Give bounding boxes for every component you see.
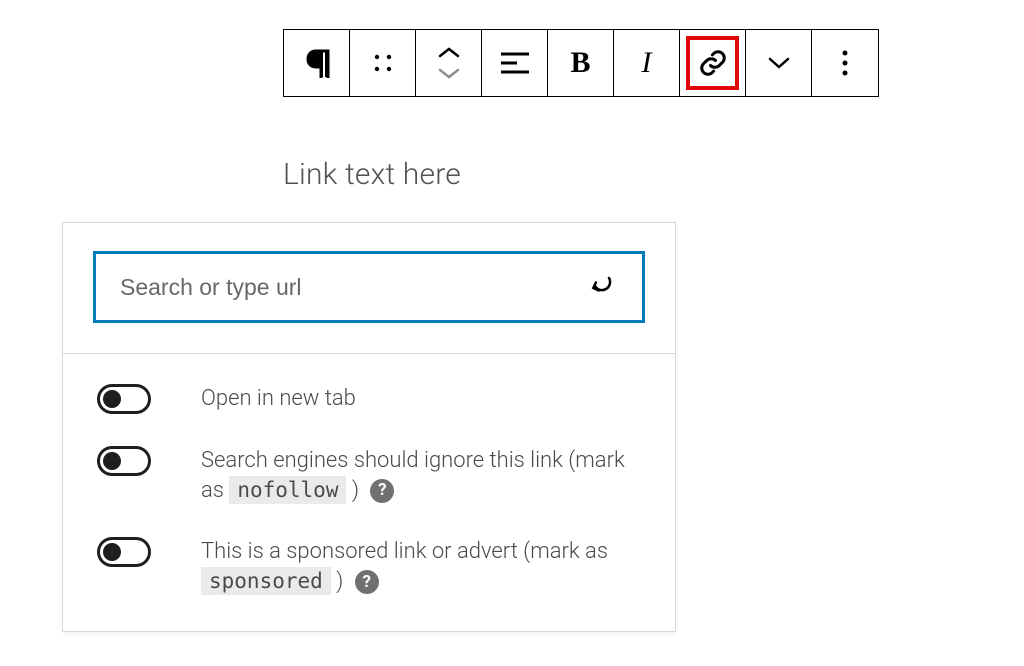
toggle-knob xyxy=(103,390,121,408)
chevron-up-icon[interactable] xyxy=(438,47,460,58)
toggle-knob xyxy=(103,452,121,470)
more-rich-button[interactable] xyxy=(768,30,790,96)
search-url-field[interactable] xyxy=(93,251,645,323)
toolbar-cell-move xyxy=(416,30,482,96)
bold-icon: B xyxy=(570,46,590,80)
move-buttons xyxy=(438,30,460,96)
code-badge: nofollow xyxy=(229,476,346,504)
submit-link-button[interactable] xyxy=(584,269,620,305)
chevron-down-icon xyxy=(768,57,790,69)
label-text: This is a sponsored link or advert (mark… xyxy=(201,539,608,564)
option-row-sponsored: This is a sponsored link or advert (mark… xyxy=(97,537,641,596)
option-row-new-tab: Open in new tab xyxy=(97,384,641,414)
option-label-sponsored: This is a sponsored link or advert (mark… xyxy=(201,537,641,596)
toolbar-cell-bold: B xyxy=(548,30,614,96)
option-label-nofollow: Search engines should ignore this link (… xyxy=(201,446,641,505)
link-popover: Open in new tab Search engines should ig… xyxy=(62,222,676,632)
toolbar-cell-drag xyxy=(350,30,416,96)
link-options-area: Open in new tab Search engines should ig… xyxy=(63,354,675,631)
help-icon[interactable]: ? xyxy=(355,570,379,594)
drag-button[interactable] xyxy=(373,30,393,96)
paragraph-icon xyxy=(304,48,330,78)
paragraph-button[interactable] xyxy=(304,30,330,96)
enter-icon xyxy=(587,272,617,302)
toolbar-cell-link xyxy=(680,30,746,96)
toolbar-cell-align xyxy=(482,30,548,96)
toolbar-cell-more xyxy=(812,30,878,96)
link-button[interactable] xyxy=(698,30,728,96)
italic-icon: I xyxy=(642,46,652,80)
kebab-icon xyxy=(841,50,849,76)
label-text: Open in new tab xyxy=(201,386,356,411)
italic-button[interactable]: I xyxy=(642,30,652,96)
label-text-suffix: ) xyxy=(331,569,344,594)
toggle-nofollow[interactable] xyxy=(97,446,151,476)
label-text-suffix: ) xyxy=(346,478,359,503)
align-left-icon xyxy=(501,52,529,74)
editor-canvas: { "toolbar": { "items": [ { "id":"paragr… xyxy=(0,0,1024,666)
toggle-sponsored[interactable] xyxy=(97,537,151,567)
drag-icon xyxy=(373,53,393,73)
toolbar-cell-more-rich xyxy=(746,30,812,96)
align-button[interactable] xyxy=(501,30,529,96)
help-icon[interactable]: ? xyxy=(370,479,394,503)
toolbar-cell-paragraph xyxy=(284,30,350,96)
search-url-input[interactable] xyxy=(118,273,584,302)
chevron-down-icon[interactable] xyxy=(438,68,460,79)
toggle-new-tab[interactable] xyxy=(97,384,151,414)
toggle-knob xyxy=(103,543,121,561)
code-badge: sponsored xyxy=(201,567,331,595)
option-row-nofollow: Search engines should ignore this link (… xyxy=(97,446,641,505)
more-options-button[interactable] xyxy=(841,30,849,96)
block-toolbar: B I xyxy=(283,29,879,97)
option-label-new-tab: Open in new tab xyxy=(201,384,356,414)
bold-button[interactable]: B xyxy=(570,30,590,96)
link-icon xyxy=(698,48,728,78)
toolbar-cell-italic: I xyxy=(614,30,680,96)
link-text[interactable]: Link text here xyxy=(283,157,461,192)
link-search-area xyxy=(63,223,675,354)
